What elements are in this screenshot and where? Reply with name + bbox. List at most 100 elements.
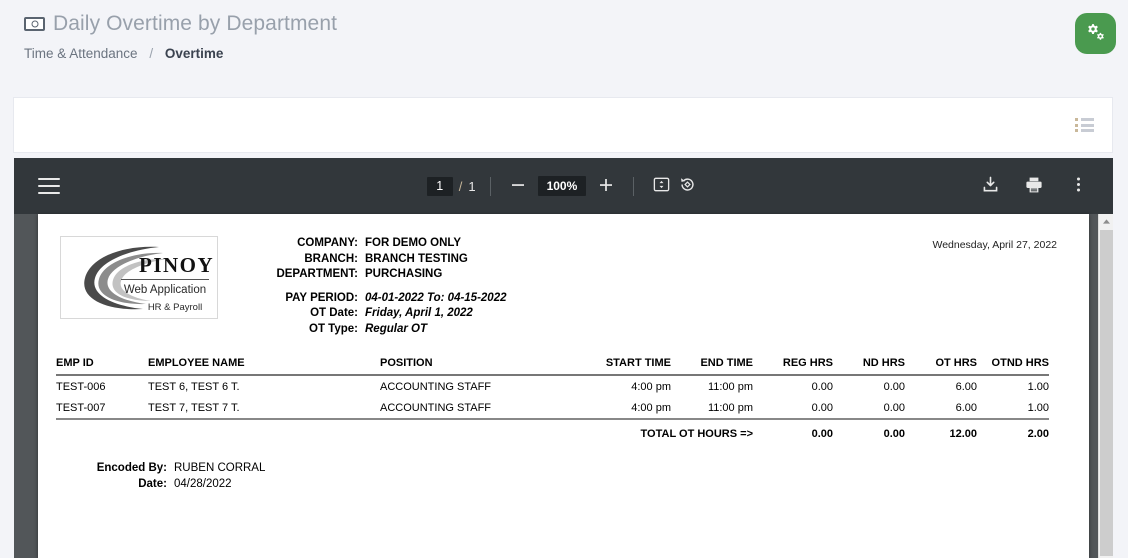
page-header: Daily Overtime by Department Time & Atte…	[0, 0, 1128, 86]
table-row: TEST-007 TEST 7, TEST 7 T. ACCOUNTING ST…	[56, 397, 1049, 420]
field-ot-type: OT Type: Regular OT	[260, 322, 507, 338]
table-row: TEST-006 TEST 6, TEST 6 T. ACCOUNTING ST…	[56, 375, 1049, 397]
report-header-fields: COMPANY: FOR DEMO ONLY BRANCH: BRANCH TE…	[260, 236, 507, 338]
page-title-row: Daily Overtime by Department	[24, 12, 1128, 35]
rotate-button[interactable]	[674, 173, 700, 199]
list-options-icon[interactable]	[1075, 118, 1094, 132]
toolbar-divider	[489, 176, 491, 196]
pdf-toolbar-center-controls: 1 / 1 100%	[414, 173, 714, 199]
more-vertical-icon	[1076, 175, 1081, 197]
footer-date-label: Date:	[138, 478, 167, 490]
pdf-page: Wednesday, April 27, 2022 PINOY Web Appl…	[38, 214, 1089, 558]
zoom-in-button[interactable]	[593, 173, 619, 199]
rotate-counterclockwise-icon	[678, 175, 697, 197]
more-options-button[interactable]	[1065, 173, 1091, 199]
pdf-toolbar: 1 / 1 100%	[14, 158, 1113, 214]
cell-nd-hrs: 0.00	[833, 397, 905, 420]
cell-start-time: 4:00 pm	[585, 397, 671, 420]
footer-encoded-by: Encoded By: RUBEN CORRAL	[96, 460, 1089, 476]
cell-end-time: 11:00 pm	[671, 397, 753, 420]
breadcrumb-parent[interactable]: Time & Attendance	[24, 46, 138, 61]
report-footer: Encoded By: RUBEN CORRAL Date: 04/28/202…	[96, 460, 1089, 492]
company-logo: PINOY Web Application HR & Payroll	[60, 236, 218, 319]
field-branch-label: BRANCH:	[304, 252, 358, 265]
field-ot-type-value: Regular OT	[365, 322, 427, 335]
chevron-up-icon	[1102, 219, 1110, 224]
breadcrumb: Time & Attendance / Overtime	[24, 46, 1128, 61]
column-header-end-time: END TIME	[671, 355, 753, 376]
field-department-value: PURCHASING	[365, 268, 443, 280]
field-company-value: FOR DEMO ONLY	[365, 237, 462, 249]
cell-otnd-hrs: 1.00	[977, 397, 1049, 420]
cell-otnd-hrs: 1.00	[1027, 381, 1049, 393]
cell-employee-name: TEST 6, TEST 6 T.	[148, 381, 240, 393]
zoom-level-label[interactable]: 100%	[537, 176, 587, 196]
cell-emp-id: TEST-006	[56, 381, 106, 393]
pdf-scrollbar[interactable]	[1098, 214, 1113, 558]
page-title: Daily Overtime by Department	[53, 12, 338, 35]
field-company: COMPANY: FOR DEMO ONLY	[260, 236, 507, 252]
download-button[interactable]	[977, 173, 1003, 199]
cell-ot-hrs: 6.00	[955, 381, 977, 393]
svg-text:Web Application: Web Application	[124, 284, 206, 296]
fit-to-page-button[interactable]	[648, 173, 674, 199]
field-ot-date: OT Date: Friday, April 1, 2022	[260, 306, 507, 322]
column-header-nd-hrs: ND HRS	[833, 355, 905, 376]
field-ot-date-value: Friday, April 1, 2022	[365, 307, 473, 319]
scrollbar-up-arrow[interactable]	[1099, 214, 1113, 229]
filter-card-strip	[13, 97, 1113, 153]
field-ot-type-label: OT Type:	[309, 322, 358, 335]
cell-reg-hrs: 0.00	[811, 381, 833, 393]
svg-text:PINOY: PINOY	[139, 253, 214, 277]
cell-start-time: 4:00 pm	[631, 381, 671, 393]
pinoy-logo-graphic: PINOY Web Application HR & Payroll	[84, 246, 214, 313]
totals-label: TOTAL OT HOURS =>	[640, 428, 753, 440]
field-ot-date-label: OT Date:	[310, 307, 358, 319]
totals-otnd-hrs: 2.00	[1027, 428, 1049, 440]
print-icon	[1024, 175, 1044, 198]
field-pay-period: PAY PERIOD: 04-01-2022 To: 04-15-2022	[260, 291, 506, 307]
totals-reg-hrs: 0.00	[811, 428, 833, 440]
plus-icon	[598, 177, 614, 196]
cell-nd-hrs: 0.00	[883, 381, 905, 393]
column-header-emp-id: EMP ID	[56, 355, 148, 376]
scrollbar-thumb[interactable]	[1100, 230, 1113, 556]
overtime-table: EMP ID EMPLOYEE NAME POSITION START TIME…	[56, 355, 1049, 444]
cell-position: ACCOUNTING STAFF	[380, 397, 585, 420]
footer-encoded-by-value: RUBEN CORRAL	[174, 462, 266, 474]
report-printed-date: Wednesday, April 27, 2022	[932, 239, 1057, 251]
pdf-toolbar-right-controls	[977, 173, 1091, 199]
page-total-label: 1	[468, 178, 476, 194]
minus-icon	[510, 177, 526, 196]
column-header-start-time: START TIME	[585, 355, 671, 376]
cell-end-time: 11:00 pm	[707, 381, 753, 393]
gears-icon	[1085, 22, 1106, 46]
print-button[interactable]	[1021, 173, 1047, 199]
download-icon	[981, 175, 1000, 197]
report-header: PINOY Web Application HR & Payroll COMPA…	[38, 236, 1089, 337]
column-header-ot-hrs: OT HRS	[905, 355, 977, 376]
cell-position: ACCOUNTING STAFF	[380, 381, 492, 393]
cell-employee-name: TEST 7, TEST 7 T.	[148, 397, 380, 420]
table-totals-row: TOTAL OT HOURS => 0.00 0.00 12.00 2.00	[56, 419, 1049, 444]
page-number-input[interactable]: 1	[426, 176, 453, 196]
toolbar-divider-2	[633, 176, 635, 196]
column-header-position: POSITION	[380, 355, 585, 376]
field-branch-value: BRANCH TESTING	[365, 252, 468, 265]
field-company-label: COMPANY:	[297, 237, 358, 249]
page-separator: /	[458, 178, 463, 194]
settings-fab-button[interactable]	[1075, 13, 1116, 54]
svg-text:HR & Payroll: HR & Payroll	[148, 302, 202, 313]
footer-encoded-by-label: Encoded By:	[96, 462, 167, 474]
field-pay-period-label: PAY PERIOD:	[285, 291, 358, 304]
cell-emp-id: TEST-007	[56, 397, 148, 420]
breadcrumb-separator: /	[149, 46, 154, 62]
field-branch: BRANCH: BRANCH TESTING	[260, 252, 507, 268]
hamburger-menu-icon[interactable]	[38, 178, 60, 194]
field-department: DEPARTMENT: PURCHASING	[260, 267, 507, 283]
zoom-out-button[interactable]	[505, 173, 531, 199]
field-group-spacer	[260, 283, 507, 291]
breadcrumb-current: Overtime	[164, 46, 224, 62]
column-header-reg-hrs: REG HRS	[753, 355, 833, 376]
footer-date-value: 04/28/2022	[174, 478, 232, 490]
